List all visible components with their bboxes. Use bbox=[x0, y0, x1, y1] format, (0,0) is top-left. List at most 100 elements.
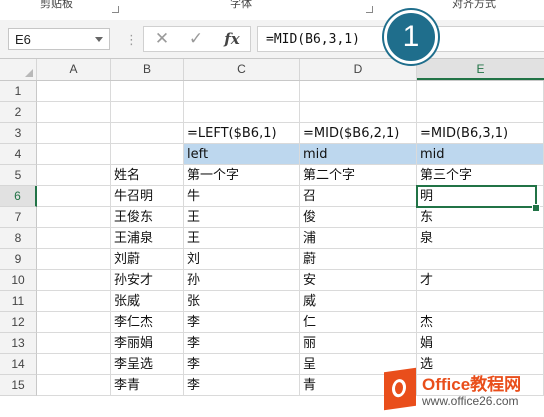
cell-d13[interactable]: 丽 bbox=[300, 333, 417, 354]
name-box[interactable]: E6 bbox=[8, 28, 110, 50]
row-header-10[interactable]: 10 bbox=[0, 270, 37, 291]
cell-a5[interactable] bbox=[37, 165, 111, 186]
cell-e12[interactable]: 杰 bbox=[417, 312, 544, 333]
row-header-1[interactable]: 1 bbox=[0, 81, 37, 102]
column-header-d[interactable]: D bbox=[300, 59, 417, 80]
cell-e7[interactable]: 东 bbox=[417, 207, 544, 228]
cell-b7[interactable]: 王俊东 bbox=[111, 207, 184, 228]
cell-c15[interactable]: 李 bbox=[184, 375, 300, 396]
row-header-13[interactable]: 13 bbox=[0, 333, 37, 354]
cell-e6[interactable]: 明 bbox=[417, 186, 544, 207]
cell-d3[interactable]: =MID($B6,2,1) bbox=[300, 123, 417, 144]
cell-c3[interactable]: =LEFT($B6,1) bbox=[184, 123, 300, 144]
cell-a7[interactable] bbox=[37, 207, 111, 228]
cell-a3[interactable] bbox=[37, 123, 111, 144]
cell-a10[interactable] bbox=[37, 270, 111, 291]
cell-c12[interactable]: 李 bbox=[184, 312, 300, 333]
cell-d6[interactable]: 召 bbox=[300, 186, 417, 207]
row-header-12[interactable]: 12 bbox=[0, 312, 37, 333]
cell-c9[interactable]: 刘 bbox=[184, 249, 300, 270]
cell-a2[interactable] bbox=[37, 102, 111, 123]
cell-b5[interactable]: 姓名 bbox=[111, 165, 184, 186]
cell-a4[interactable] bbox=[37, 144, 111, 165]
cell-b1[interactable] bbox=[111, 81, 184, 102]
cell-d2[interactable] bbox=[300, 102, 417, 123]
cell-b13[interactable]: 李丽娟 bbox=[111, 333, 184, 354]
cell-e10[interactable]: 才 bbox=[417, 270, 544, 291]
font-launcher-icon[interactable] bbox=[366, 6, 373, 13]
cell-d11[interactable]: 威 bbox=[300, 291, 417, 312]
row-header-8[interactable]: 8 bbox=[0, 228, 37, 249]
ribbon-group-clipboard[interactable]: 剪贴板 bbox=[40, 0, 73, 11]
cell-a9[interactable] bbox=[37, 249, 111, 270]
cell-b8[interactable]: 王浦泉 bbox=[111, 228, 184, 249]
ribbon-group-font[interactable]: 字体 bbox=[230, 0, 252, 11]
cell-c4[interactable]: left bbox=[184, 144, 300, 165]
cell-b10[interactable]: 孙安才 bbox=[111, 270, 184, 291]
cell-a6[interactable] bbox=[37, 186, 111, 207]
cell-c7[interactable]: 王 bbox=[184, 207, 300, 228]
row-header-3[interactable]: 3 bbox=[0, 123, 37, 144]
cancel-icon[interactable]: ✕ bbox=[146, 27, 178, 51]
column-header-c[interactable]: C bbox=[184, 59, 300, 80]
cell-b2[interactable] bbox=[111, 102, 184, 123]
ribbon-group-alignment[interactable]: 对齐方式 bbox=[452, 0, 496, 11]
cell-e11[interactable] bbox=[417, 291, 544, 312]
cell-c14[interactable]: 李 bbox=[184, 354, 300, 375]
row-header-4[interactable]: 4 bbox=[0, 144, 37, 165]
cell-e4[interactable]: mid bbox=[417, 144, 544, 165]
cell-b4[interactable] bbox=[111, 144, 184, 165]
row-header-7[interactable]: 7 bbox=[0, 207, 37, 228]
cell-b15[interactable]: 李青 bbox=[111, 375, 184, 396]
cell-d9[interactable]: 蔚 bbox=[300, 249, 417, 270]
enter-icon[interactable]: ✓ bbox=[180, 27, 212, 51]
cell-e5[interactable]: 第三个字 bbox=[417, 165, 544, 186]
cell-e9[interactable] bbox=[417, 249, 544, 270]
cell-c1[interactable] bbox=[184, 81, 300, 102]
cell-b11[interactable]: 张威 bbox=[111, 291, 184, 312]
cell-d8[interactable]: 浦 bbox=[300, 228, 417, 249]
row-header-6[interactable]: 6 bbox=[0, 186, 37, 207]
chevron-down-icon[interactable] bbox=[95, 37, 103, 42]
cell-c13[interactable]: 李 bbox=[184, 333, 300, 354]
row-header-2[interactable]: 2 bbox=[0, 102, 37, 123]
cell-e2[interactable] bbox=[417, 102, 544, 123]
cell-e8[interactable]: 泉 bbox=[417, 228, 544, 249]
cell-b14[interactable]: 李呈选 bbox=[111, 354, 184, 375]
cell-d7[interactable]: 俊 bbox=[300, 207, 417, 228]
cell-c6[interactable]: 牛 bbox=[184, 186, 300, 207]
row-header-14[interactable]: 14 bbox=[0, 354, 37, 375]
cell-a13[interactable] bbox=[37, 333, 111, 354]
cell-d4[interactable]: mid bbox=[300, 144, 417, 165]
cell-c2[interactable] bbox=[184, 102, 300, 123]
row-header-15[interactable]: 15 bbox=[0, 375, 37, 396]
cell-a11[interactable] bbox=[37, 291, 111, 312]
cell-e3[interactable]: =MID(B6,3,1) bbox=[417, 123, 544, 144]
cell-a1[interactable] bbox=[37, 81, 111, 102]
cell-b3[interactable] bbox=[111, 123, 184, 144]
select-all-button[interactable] bbox=[0, 59, 37, 80]
cell-a14[interactable] bbox=[37, 354, 111, 375]
cell-d12[interactable]: 仁 bbox=[300, 312, 417, 333]
clipboard-launcher-icon[interactable] bbox=[112, 6, 119, 13]
column-header-e[interactable]: E bbox=[417, 59, 544, 80]
cell-c11[interactable]: 张 bbox=[184, 291, 300, 312]
cell-c5[interactable]: 第一个字 bbox=[184, 165, 300, 186]
cell-b9[interactable]: 刘蔚 bbox=[111, 249, 184, 270]
cell-e1[interactable] bbox=[417, 81, 544, 102]
cell-e13[interactable]: 娟 bbox=[417, 333, 544, 354]
cell-c8[interactable]: 王 bbox=[184, 228, 300, 249]
row-header-5[interactable]: 5 bbox=[0, 165, 37, 186]
cell-d1[interactable] bbox=[300, 81, 417, 102]
cell-a12[interactable] bbox=[37, 312, 111, 333]
insert-function-icon[interactable]: fx bbox=[216, 27, 248, 51]
cell-d10[interactable]: 安 bbox=[300, 270, 417, 291]
row-header-11[interactable]: 11 bbox=[0, 291, 37, 312]
cell-b6[interactable]: 牛召明 bbox=[111, 186, 184, 207]
cell-a15[interactable] bbox=[37, 375, 111, 396]
column-header-b[interactable]: B bbox=[111, 59, 184, 80]
cell-d5[interactable]: 第二个字 bbox=[300, 165, 417, 186]
fill-handle[interactable] bbox=[532, 204, 540, 212]
row-header-9[interactable]: 9 bbox=[0, 249, 37, 270]
column-header-a[interactable]: A bbox=[37, 59, 111, 80]
